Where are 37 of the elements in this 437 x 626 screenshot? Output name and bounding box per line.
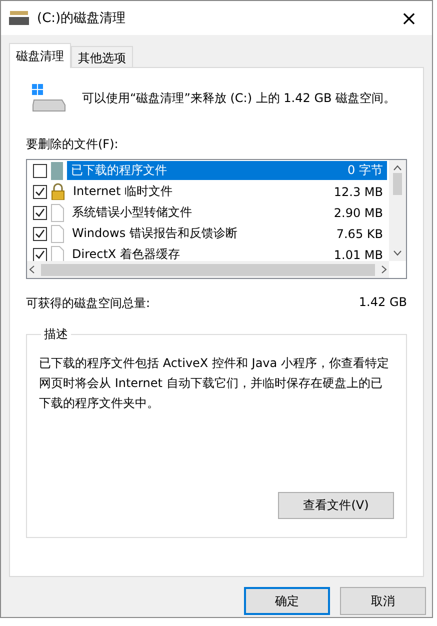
checkbox[interactable] xyxy=(33,226,47,240)
close-button[interactable]: × xyxy=(386,1,432,35)
checkbox[interactable] xyxy=(33,248,47,261)
files-label: 要删除的文件(F): xyxy=(26,136,120,153)
checkbox[interactable] xyxy=(33,206,47,220)
total-label: 可获得的磁盘空间总量: xyxy=(26,295,150,312)
description-title: 描述 xyxy=(43,326,69,343)
file-icon xyxy=(51,204,64,222)
file-row[interactable]: Windows 错误报告和反馈诊断 7.65 KB xyxy=(68,224,387,243)
description-text: 已下载的程序文件包括 ActiveX 控件和 Java 小程序，你查看特定网页时将会从 Internet 自动下载它们，并临时保存在硬盘上的已下载的程序文件夹中。 xyxy=(39,355,390,412)
tab[interactable]: 磁盘清理 xyxy=(9,43,71,68)
windows-drive-icon xyxy=(32,84,66,112)
scroll-down-icon[interactable] xyxy=(393,250,402,256)
checkbox[interactable] xyxy=(33,164,47,178)
window-title: (C:)的磁盘清理 xyxy=(37,10,127,27)
file-row[interactable]: 系统错误小型转储文件 2.90 MB xyxy=(68,203,387,222)
checkbox[interactable] xyxy=(33,184,47,198)
scroll-thumb[interactable] xyxy=(393,172,402,194)
scroll-right-icon[interactable] xyxy=(381,265,387,274)
scroll-thumb[interactable] xyxy=(41,264,375,276)
tab[interactable]: 其他选项 xyxy=(71,46,133,67)
total-value: 1.42 GB xyxy=(358,295,407,311)
file-row[interactable]: DirectX 着色器缓存 1.01 MB xyxy=(68,245,387,261)
file-row[interactable]: 已下载的程序文件 0 字节 xyxy=(67,161,387,180)
drive-icon xyxy=(9,11,29,25)
program-file-icon xyxy=(51,162,63,180)
header-text: 可以使用“磁盘清理”来释放 (C:) 上的 1.42 GB 磁盘空间。 xyxy=(82,90,396,106)
dialog-button[interactable]: 确定 xyxy=(244,587,330,615)
file-row[interactable]: Internet 临时文件 12.3 MB xyxy=(69,182,387,201)
scroll-up-icon[interactable] xyxy=(393,165,402,171)
horizontal-scrollbar[interactable] xyxy=(27,261,389,278)
dialog-button[interactable]: 取消 xyxy=(340,587,426,615)
padlock-icon xyxy=(51,183,65,200)
view-files-button[interactable]: 查看文件(V) xyxy=(278,492,394,519)
file-icon xyxy=(51,224,64,242)
scroll-left-icon[interactable] xyxy=(29,265,35,274)
vertical-scrollbar[interactable] xyxy=(389,160,406,261)
